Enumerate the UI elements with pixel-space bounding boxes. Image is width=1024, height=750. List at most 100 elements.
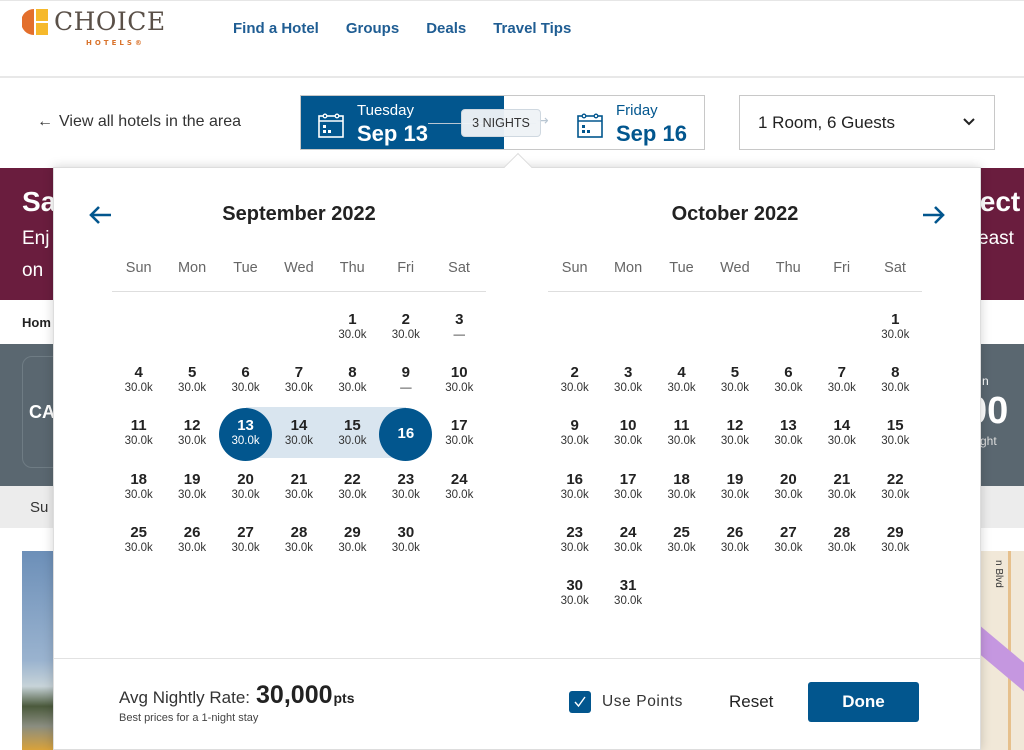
calendar-day[interactable]: 7 30.0k (272, 355, 325, 408)
day-number: 4 (677, 364, 686, 382)
calendar-day[interactable]: 13 30.0k (219, 408, 273, 462)
nav-deals[interactable]: Deals (426, 20, 466, 37)
reset-button[interactable]: Reset (729, 692, 773, 712)
calendar-day[interactable]: 15 30.0k (869, 408, 922, 461)
calendar-day[interactable]: 27 30.0k (762, 515, 815, 568)
calendar-day[interactable]: 21 30.0k (815, 462, 868, 515)
calendar-day[interactable]: 31 30.0k (601, 568, 654, 621)
calendar-day[interactable]: 11 30.0k (112, 408, 165, 461)
day-number: 9 (401, 364, 410, 382)
calendar-day[interactable]: 20 30.0k (219, 462, 272, 515)
choice-hotels-logo[interactable]: CHOICE HOTELS® (22, 7, 172, 50)
nights-count-badge: 3 NIGHTS (461, 109, 541, 137)
calendar-day[interactable]: 19 30.0k (708, 462, 761, 515)
calendar-day[interactable]: 23 30.0k (548, 515, 601, 568)
calendar-day[interactable]: 5 30.0k (165, 355, 218, 408)
day-price: 30.0k (178, 382, 207, 395)
nav-find-a-hotel[interactable]: Find a Hotel (233, 20, 319, 37)
view-all-hotels-label: View all hotels in the area (59, 113, 242, 130)
calendar-day[interactable]: 23 30.0k (379, 462, 432, 515)
arrow-left-icon: ← (37, 113, 53, 130)
chevron-down-icon (963, 118, 975, 126)
calendar-day[interactable]: 5 30.0k (708, 355, 761, 408)
date-range-selector[interactable]: Tuesday Sep 13 → 3 NIGHTS Friday Sep 16 (300, 95, 705, 150)
sub-navigation-item[interactable]: Su (30, 499, 48, 516)
calendar-day[interactable]: 24 30.0k (601, 515, 654, 568)
calendar-day[interactable]: 25 30.0k (112, 515, 165, 568)
weekday-label: Sun (125, 260, 152, 276)
calendar-day[interactable]: 22 30.0k (869, 462, 922, 515)
day-number: 20 (237, 470, 254, 488)
calendar-day[interactable]: 20 30.0k (762, 462, 815, 515)
view-all-hotels-link[interactable]: ← View all hotels in the area (37, 113, 241, 131)
nav-travel-tips[interactable]: Travel Tips (493, 20, 571, 37)
day-price: 30.0k (774, 541, 803, 554)
calendar-day[interactable]: 29 30.0k (869, 515, 922, 568)
calendar-day[interactable]: 4 30.0k (655, 355, 708, 408)
day-number: 27 (237, 523, 254, 541)
day-number: 13 (780, 417, 797, 435)
calendar-day[interactable]: 8 30.0k (869, 355, 922, 408)
breadcrumb[interactable]: Hom (22, 315, 51, 330)
calendar-day[interactable]: 7 30.0k (815, 355, 868, 408)
calendar-day[interactable]: 12 30.0k (165, 408, 218, 461)
calendar-day[interactable]: 28 30.0k (272, 515, 325, 568)
calendar-day[interactable]: 3 30.0k (601, 355, 654, 408)
calendar-day[interactable]: 26 30.0k (708, 515, 761, 568)
calendar-day[interactable]: 25 30.0k (655, 515, 708, 568)
month-title-september: September 2022 (222, 203, 376, 225)
calendar-day[interactable]: 24 30.0k (433, 462, 486, 515)
calendar-day[interactable]: 2 30.0k (379, 302, 432, 355)
map-street-label: n Blvd (993, 560, 1004, 588)
calendar-day[interactable]: 28 30.0k (815, 515, 868, 568)
calendar-day[interactable]: 9 30.0k (548, 408, 601, 461)
calendar-day[interactable]: 6 30.0k (219, 355, 272, 408)
use-points-checkbox[interactable] (569, 691, 591, 713)
calendar-day[interactable]: 9— (379, 355, 432, 408)
nav-groups[interactable]: Groups (346, 20, 399, 37)
calendar-day[interactable]: 8 30.0k (326, 355, 379, 408)
calendar-day[interactable]: 1 30.0k (326, 302, 379, 355)
day-number: 29 (886, 523, 904, 541)
day-number: 1 (891, 311, 900, 328)
done-button[interactable]: Done (808, 682, 919, 722)
day-number: 23 (566, 523, 584, 541)
calendar-day[interactable]: 26 30.0k (165, 515, 218, 568)
calendar-day[interactable]: 2 30.0k (548, 355, 601, 408)
day-number: 17 (450, 417, 468, 435)
calendar-day[interactable]: 29 30.0k (326, 515, 379, 568)
calendar-day[interactable]: 17 30.0k (601, 462, 654, 515)
calendar-day[interactable]: 1 30.0k (869, 302, 922, 355)
calendar-day[interactable]: 22 30.0k (326, 462, 379, 515)
calendar-day[interactable]: 14 30.0k (272, 408, 325, 461)
day-number: 11 (673, 417, 690, 435)
calendar-day[interactable]: 12 30.0k (708, 408, 761, 461)
calendar-day[interactable]: 18 30.0k (112, 462, 165, 515)
day-number: 28 (290, 523, 308, 541)
calendar-day[interactable]: 16 (379, 408, 433, 462)
day-price: 30.0k (338, 382, 367, 395)
calendar-day[interactable]: 15 30.0k (326, 408, 379, 461)
calendar-day[interactable]: 16 30.0k (548, 462, 601, 515)
calendar-day[interactable]: 11 30.0k (655, 408, 708, 461)
day-price: 30.0k (124, 541, 153, 554)
calendar-day[interactable]: 21 30.0k (272, 462, 325, 515)
previous-month-arrow-icon[interactable] (88, 202, 114, 228)
calendar-day[interactable]: 14 30.0k (815, 408, 868, 461)
calendar-day[interactable]: 6 30.0k (762, 355, 815, 408)
calendar-day[interactable]: 10 30.0k (601, 408, 654, 461)
next-month-arrow-icon[interactable] (920, 202, 946, 228)
calendar-day[interactable]: 30 30.0k (548, 568, 601, 621)
use-points-toggle[interactable]: Use Points (569, 691, 683, 713)
calendar-day[interactable]: 10 30.0k (433, 355, 486, 408)
calendar-day[interactable]: 18 30.0k (655, 462, 708, 515)
calendar-day[interactable]: 13 30.0k (762, 408, 815, 461)
calendar-day[interactable]: 27 30.0k (219, 515, 272, 568)
day-price: 30.0k (560, 382, 589, 395)
calendar-day[interactable]: 4 30.0k (112, 355, 165, 408)
calendar-day[interactable]: 30 30.0k (379, 515, 432, 568)
calendar-day[interactable]: 19 30.0k (165, 462, 218, 515)
calendar-day[interactable]: 17 30.0k (433, 408, 486, 461)
calendar-day[interactable]: 3— (433, 302, 486, 355)
rooms-guests-dropdown[interactable]: 1 Room, 6 Guests (739, 95, 995, 150)
